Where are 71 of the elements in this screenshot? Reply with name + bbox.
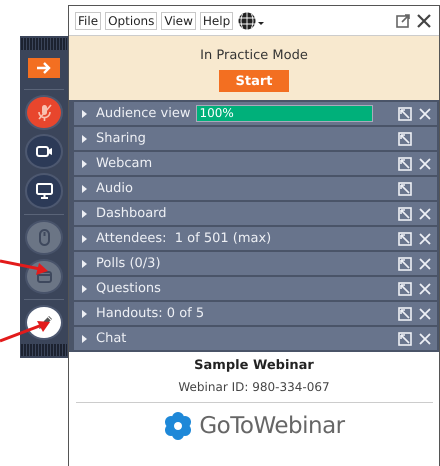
pane-title: Polls (0/3) [96,256,161,271]
expand-triangle-icon[interactable] [81,234,88,244]
pane-title: Sharing [96,131,146,146]
expand-triangle-icon[interactable] [81,334,88,344]
pane-header[interactable]: Questions [71,277,437,300]
grip-handle[interactable] [21,344,67,356]
pane-title: Handouts: 0 of 5 [96,306,204,321]
expand-triangle-icon[interactable] [81,308,88,318]
popout-icon[interactable] [397,230,413,246]
close-icon[interactable] [417,156,433,172]
menu-item[interactable]: Options [105,12,158,30]
start-button[interactable]: Start [219,70,289,92]
pane-title: Webcam [96,156,152,171]
close-icon[interactable] [417,256,433,272]
pane-header[interactable]: Handouts: 0 of 5 [71,302,437,325]
pencil-button[interactable] [27,306,61,338]
level-reading: 100% [199,106,234,121]
popout-icon[interactable] [397,130,413,146]
close-icon[interactable] [417,106,433,122]
popout-icon[interactable] [397,106,413,122]
popout-icon[interactable] [397,256,413,272]
expand-triangle-icon[interactable] [81,258,88,268]
annotation-arrow [0,321,50,342]
pane-title: Questions [96,281,161,296]
pane-header[interactable]: Chat [71,327,437,350]
popout-icon[interactable] [397,180,413,196]
expand-triangle-icon[interactable] [81,208,88,218]
pane-title: Chat [96,331,126,346]
popout-icon[interactable] [397,280,413,296]
popout-icon[interactable] [397,330,413,346]
arrow-button[interactable] [28,58,60,78]
popout-icon[interactable] [397,156,413,172]
brand-name: GoToWebinar [199,413,345,439]
webinar-title: Sample Webinar [194,358,314,373]
menu-item[interactable]: Help [200,12,234,30]
popout-icon[interactable] [397,306,413,322]
close-icon[interactable] [417,230,433,246]
pane-header[interactable]: Audience view 100% [71,102,437,125]
close-icon[interactable] [417,330,433,346]
expand-triangle-icon[interactable] [81,284,88,294]
flower-logo-icon [163,411,194,441]
pane-title: Audio [96,181,133,196]
pane-title: Dashboard [96,206,167,221]
menu-item[interactable]: File [75,12,102,30]
expand-triangle-icon[interactable] [81,184,88,194]
grip-handle[interactable] [21,38,67,50]
close-icon[interactable] [417,306,433,322]
close-icon[interactable] [415,12,433,30]
expand-triangle-icon[interactable] [81,158,88,168]
pane-title: Attendees: 1 of 501 (max) [96,231,272,246]
popout-icon[interactable] [395,12,411,28]
expand-triangle-icon[interactable] [81,108,88,118]
globe-dropdown-icon[interactable] [237,10,266,30]
popout-icon[interactable] [397,206,413,222]
menu-item[interactable]: View [161,12,196,30]
expand-triangle-icon[interactable] [81,134,88,144]
pane-header[interactable]: Attendees: 1 of 501 (max) [71,227,437,250]
webinar-id: Webinar ID: 980-334-067 [178,380,330,394]
pane-header[interactable]: Sharing [71,127,437,150]
pane-header[interactable]: Polls (0/3) [71,252,437,275]
camera-button[interactable] [27,136,61,168]
pane-title: Audience view [96,106,190,121]
close-icon[interactable] [417,280,433,296]
pane-header[interactable]: Dashboard [71,202,437,225]
pane-header[interactable]: Webcam [71,152,437,175]
monitor-button[interactable] [27,175,61,207]
close-icon[interactable] [417,206,433,222]
annotation-arrow [0,260,48,275]
muted-microphone-button[interactable] [27,97,61,128]
pane-header[interactable]: Audio [71,177,437,200]
mode-status: In Practice Mode [200,48,308,63]
